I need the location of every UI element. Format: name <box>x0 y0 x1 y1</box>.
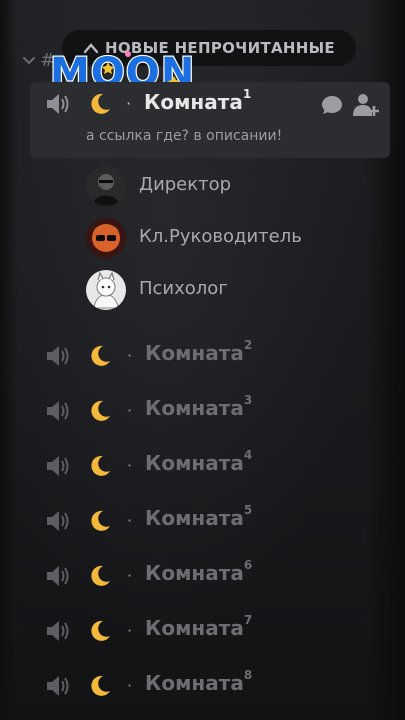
crescent-moon-icon <box>91 510 110 531</box>
voice-channel-room-7[interactable]: · Комната7 <box>0 611 405 651</box>
member-name: Кл.Руководитель <box>139 226 302 247</box>
room-name: Комната5 <box>145 503 253 530</box>
voice-channel-room-1[interactable]: · Комната1 а ссылка где? в описании! <box>30 82 390 158</box>
crescent-moon-icon <box>91 675 110 696</box>
crescent-moon-icon <box>91 565 110 586</box>
crescent-moon-icon <box>91 400 110 421</box>
member-name: Психолог <box>139 278 228 299</box>
room-name: Комната7 <box>145 613 253 640</box>
room-name: Комната4 <box>145 448 253 475</box>
crescent-moon-icon <box>91 620 110 641</box>
separator-dot: · <box>127 511 133 530</box>
crescent-moon-icon <box>91 345 110 366</box>
room-topic: а ссылка где? в описании! <box>86 128 283 144</box>
separator-dot: · <box>126 94 132 113</box>
add-user-icon[interactable] <box>352 92 380 118</box>
voice-channel-room-2[interactable]: · Комната2 <box>0 336 405 376</box>
room-name: Комната2 <box>145 338 253 365</box>
member-name: Директор <box>139 174 232 195</box>
speaker-icon <box>47 621 69 641</box>
speaker-icon <box>47 511 69 531</box>
speaker-icon <box>47 346 69 366</box>
voice-member-psychologist[interactable]: Психолог <box>86 270 386 310</box>
separator-dot: · <box>127 621 133 640</box>
room-name: Комната1 <box>144 87 252 114</box>
voice-member-class-teacher[interactable]: Кл.Руководитель <box>86 218 386 258</box>
voice-member-director[interactable]: Директор <box>86 166 386 206</box>
voice-channel-room-6[interactable]: · Комната6 <box>0 556 405 596</box>
room-name: Комната3 <box>145 393 253 420</box>
collapse-chevron-icon[interactable] <box>22 56 36 66</box>
speaker-icon <box>47 676 69 696</box>
voice-channel-room-3[interactable]: · Комната3 <box>0 391 405 431</box>
voice-channel-room-8[interactable]: · Комната8 <box>0 666 405 706</box>
separator-dot: · <box>127 346 133 365</box>
speaker-icon <box>47 456 69 476</box>
separator-dot: · <box>127 676 133 695</box>
speaker-icon <box>47 401 69 421</box>
avatar <box>86 270 126 310</box>
crescent-moon-icon <box>91 455 110 476</box>
voice-channel-room-5[interactable]: · Комната5 <box>0 501 405 541</box>
speaker-icon <box>47 566 69 586</box>
chat-bubble-icon[interactable] <box>320 94 344 116</box>
crescent-moon-icon <box>91 93 110 114</box>
voice-channel-room-4[interactable]: · Комната4 <box>0 446 405 486</box>
room-name: Комната6 <box>145 558 253 585</box>
room-name: Комната8 <box>145 668 253 695</box>
avatar <box>86 218 126 258</box>
speaker-icon <box>47 94 69 114</box>
separator-dot: · <box>127 566 133 585</box>
separator-dot: · <box>127 456 133 475</box>
avatar <box>86 166 126 206</box>
separator-dot: · <box>127 401 133 420</box>
